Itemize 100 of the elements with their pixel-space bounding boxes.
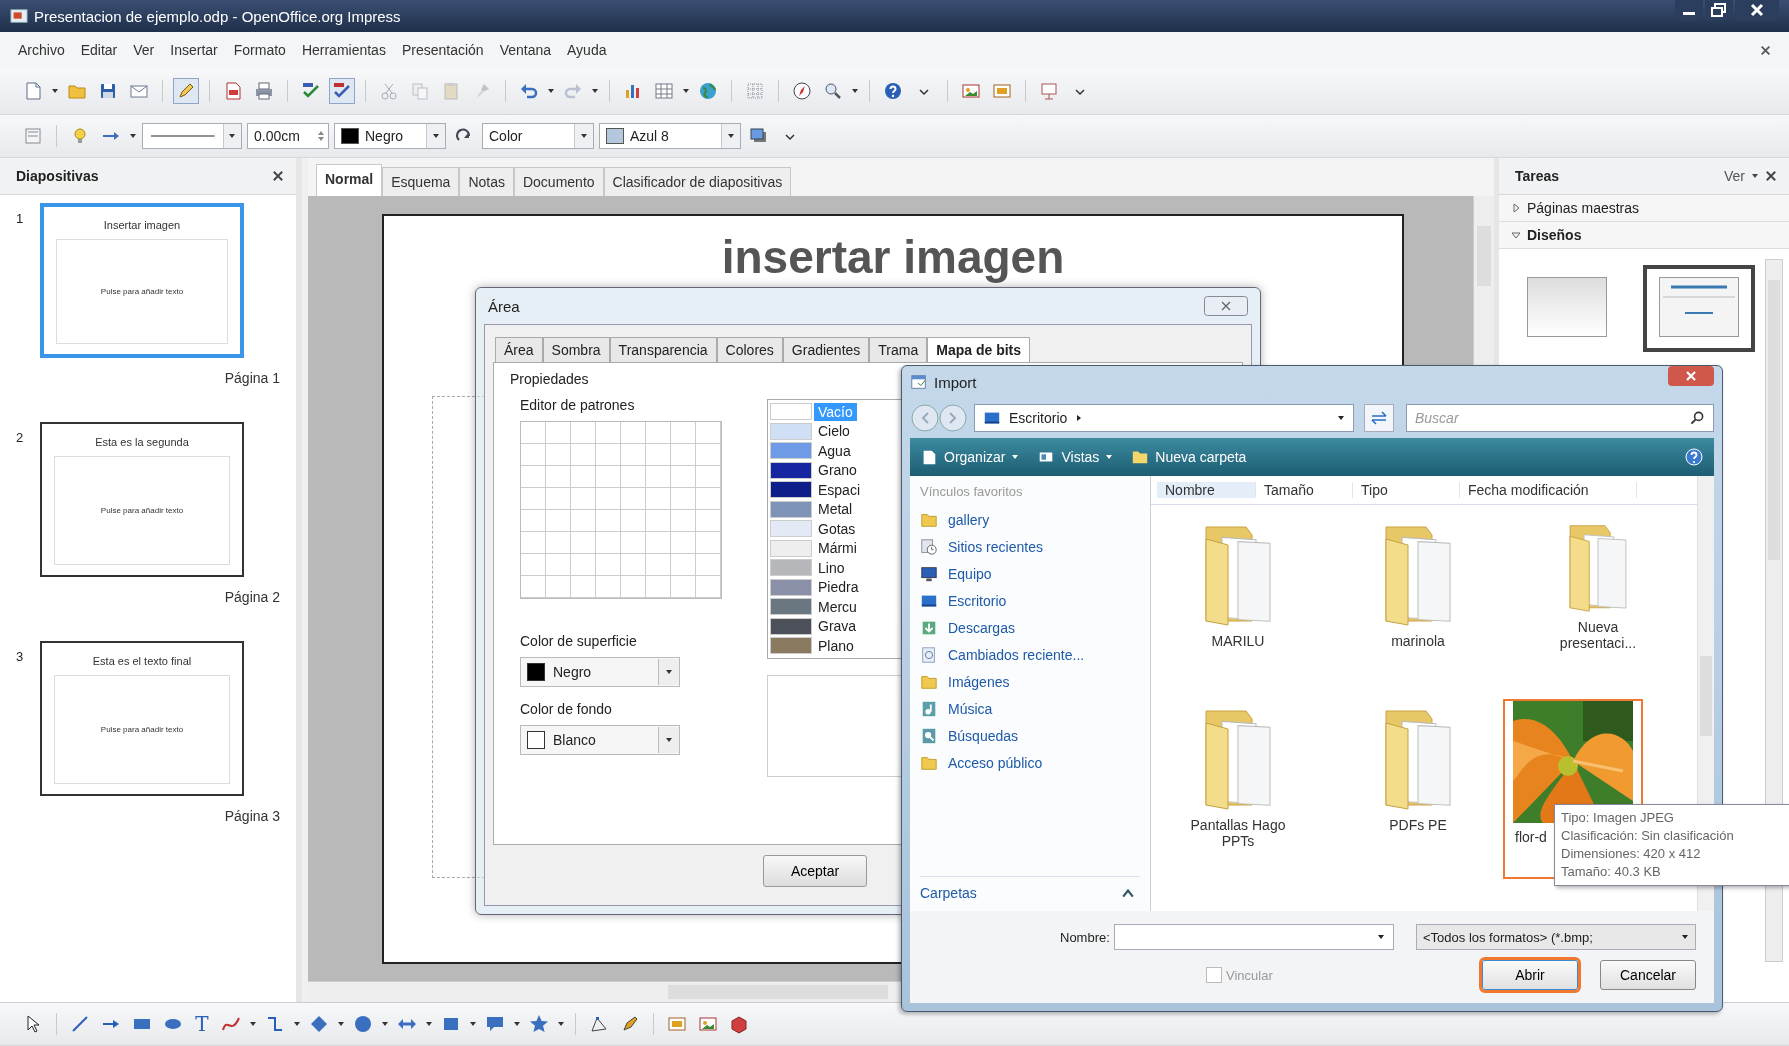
caret-icon[interactable]: [727, 132, 735, 140]
toolbar-button[interactable]: Nueva carpeta: [1131, 448, 1247, 466]
favorite-link[interactable]: Imágenes: [948, 673, 1010, 690]
caret-icon[interactable]: [1681, 933, 1689, 941]
favorite-link[interactable]: Escritorio: [948, 592, 1007, 609]
bitmap-item[interactable]: Plano: [814, 636, 858, 655]
caret-icon[interactable]: [129, 132, 137, 140]
bitmap-item[interactable]: Grava: [814, 617, 861, 636]
view-tab[interactable]: Clasificador de diapositivas: [603, 167, 792, 196]
bitmap-item[interactable]: Gotas: [814, 519, 860, 538]
caret-icon[interactable]: [469, 1020, 477, 1028]
help-icon[interactable]: [1684, 447, 1704, 467]
caret-icon[interactable]: [513, 1020, 521, 1028]
layout-thumbnail[interactable]: [1643, 265, 1755, 352]
caret-icon[interactable]: [432, 132, 440, 140]
bitmap-swatch[interactable]: [770, 403, 812, 421]
open-button[interactable]: Abrir: [1482, 960, 1578, 990]
bitmap-item[interactable]: Mármi: [814, 539, 861, 558]
view-menu[interactable]: Ver: [1724, 168, 1745, 184]
spinner-icon[interactable]: [317, 130, 325, 142]
bitmap-item[interactable]: Piedra: [814, 578, 863, 597]
bitmap-swatch[interactable]: [770, 481, 812, 499]
caret-icon[interactable]: [425, 1020, 433, 1028]
slide-thumbnail[interactable]: Insertar imagen Pulse para añadir texto: [40, 203, 244, 358]
column-header[interactable]: Tamaño: [1256, 482, 1353, 498]
folder-tile[interactable]: Pantallas Hago PPTs: [1153, 699, 1323, 879]
background-color-dropdown[interactable]: Blanco: [520, 725, 680, 755]
caret-icon[interactable]: [337, 1020, 345, 1028]
section-header[interactable]: Páginas maestras: [1499, 195, 1789, 222]
caret-icon[interactable]: [228, 132, 237, 140]
close-icon[interactable]: [272, 170, 284, 182]
caret-icon[interactable]: [249, 1020, 257, 1028]
caret-icon[interactable]: [682, 87, 690, 95]
view-tab[interactable]: Notas: [459, 167, 514, 196]
folder-tile[interactable]: MARILU: [1153, 509, 1323, 659]
caret-icon[interactable]: [293, 1020, 301, 1028]
chevron-icon[interactable]: [1122, 888, 1134, 898]
slide-thumbnail[interactable]: Esta es la segunda Pulse para añadir texto: [40, 422, 244, 577]
dialog-tab[interactable]: Sombra: [542, 337, 610, 362]
address-bar[interactable]: Escritorio: [974, 404, 1354, 432]
favorite-link[interactable]: Música: [948, 700, 993, 717]
menu-item[interactable]: Editar: [80, 42, 118, 58]
favorite-link[interactable]: Equipo: [948, 565, 992, 582]
dialog-tab[interactable]: Mapa de bits: [927, 337, 1031, 362]
favorite-link[interactable]: Acceso público: [948, 754, 1043, 771]
caret-icon[interactable]: [381, 1020, 389, 1028]
favorite-link[interactable]: Cambiados reciente...: [948, 646, 1085, 663]
menu-item[interactable]: Ventana: [499, 42, 551, 58]
favorite-link[interactable]: Búsquedas: [948, 727, 1019, 744]
favorite-link[interactable]: gallery: [948, 511, 990, 528]
bitmap-swatch[interactable]: [770, 520, 812, 538]
surface-color-dropdown[interactable]: Negro: [520, 657, 680, 687]
restore-icon[interactable]: [1705, 0, 1733, 20]
text-tool[interactable]: T: [191, 1012, 213, 1036]
view-tab[interactable]: Documento: [513, 167, 604, 196]
bitmap-item[interactable]: Lino: [814, 558, 849, 577]
column-header[interactable]: Nombre: [1157, 482, 1256, 498]
dialog-tab[interactable]: Gradientes: [782, 337, 870, 362]
recent-places-icon[interactable]: [920, 537, 938, 556]
file-name-field[interactable]: [1114, 924, 1394, 950]
fill-color-dropdown[interactable]: Azul 8: [599, 123, 741, 149]
bitmap-item[interactable]: Cielo: [814, 422, 854, 441]
cancel-button[interactable]: Cancelar: [1600, 960, 1696, 990]
menu-item[interactable]: Ver: [133, 42, 155, 58]
view-tab[interactable]: Normal: [316, 164, 383, 196]
column-header[interactable]: Tipo: [1353, 482, 1460, 498]
favorite-link[interactable]: Descargas: [948, 619, 1015, 636]
bitmap-swatch[interactable]: [770, 422, 812, 440]
computer-icon[interactable]: [920, 564, 938, 583]
pencil-icon[interactable]: [173, 78, 199, 104]
caret-icon[interactable]: [51, 87, 59, 95]
line-color-dropdown[interactable]: Negro: [334, 123, 446, 149]
bitmap-item[interactable]: Agua: [814, 441, 855, 460]
caret-icon[interactable]: [665, 668, 673, 676]
bitmap-swatch[interactable]: [770, 442, 812, 460]
dialog-tab[interactable]: Área: [495, 337, 543, 362]
fill-style-dropdown[interactable]: Color: [482, 123, 594, 149]
dialog-tab[interactable]: Colores: [716, 337, 783, 362]
caret-icon[interactable]: [665, 736, 673, 744]
close-icon[interactable]: [1760, 44, 1771, 56]
caret-icon[interactable]: [591, 87, 599, 95]
slide-thumbnail[interactable]: Esta es el texto final Pulse para añadir texto: [40, 641, 244, 796]
menu-item[interactable]: Ayuda: [567, 42, 607, 58]
caret-icon[interactable]: [557, 1020, 565, 1028]
bitmap-item[interactable]: Espaci: [814, 480, 865, 499]
bitmap-swatch[interactable]: [770, 637, 812, 655]
dialog-tab[interactable]: Trama: [869, 337, 928, 362]
toolbar-button[interactable]: Organizar: [920, 448, 1020, 466]
menu-item[interactable]: Presentación: [401, 42, 484, 58]
bitmap-swatch[interactable]: [770, 539, 812, 557]
folder-tile[interactable]: marinola: [1333, 509, 1503, 659]
close-icon[interactable]: [1765, 170, 1777, 182]
caret-icon[interactable]: [580, 132, 588, 140]
column-header[interactable]: Fecha modificación: [1460, 482, 1637, 498]
music-icon[interactable]: [920, 699, 938, 718]
bitmap-swatch[interactable]: [770, 598, 812, 616]
toolbar-button[interactable]: Vistas: [1037, 448, 1114, 466]
menu-item[interactable]: Formato: [233, 42, 286, 58]
bitmap-item[interactable]: Grano: [814, 461, 861, 480]
line-width-field[interactable]: 0.00cm: [247, 123, 329, 149]
